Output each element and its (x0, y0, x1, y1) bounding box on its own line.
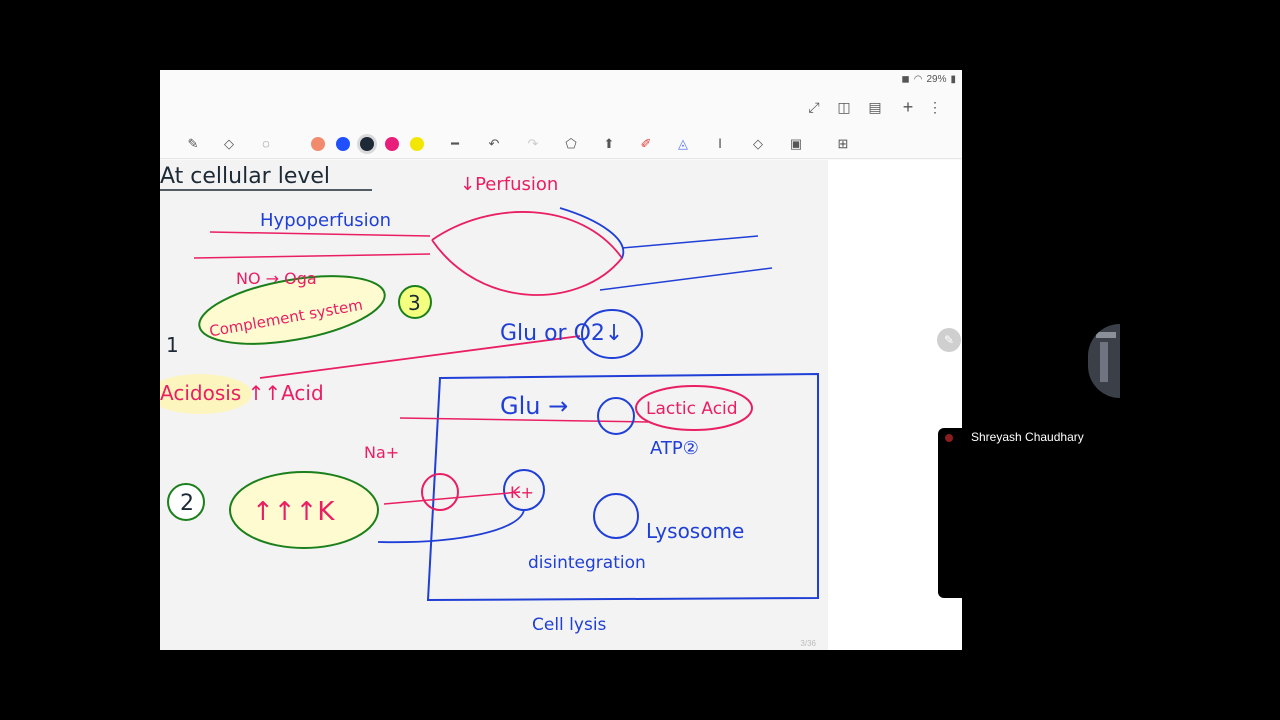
shape-icon[interactable]: ⬠ (562, 135, 580, 153)
notes-app-window: ◼ ◠ 29% ▮ ⤢ ◫ ▤ + ⋮ ✎ ◇ ◌ ━ ↶ ↷ ⬠ ⬆ ✐ ◬ … (160, 70, 962, 650)
color-pink[interactable] (385, 137, 399, 151)
curve (559, 207, 625, 259)
k-text: K+ (510, 483, 534, 502)
color-orange[interactable] (311, 137, 325, 151)
lactic-text: Lactic Acid (646, 399, 738, 419)
color-black[interactable] (360, 137, 374, 151)
atp-text: ATP② (650, 438, 699, 459)
status-bar: ◼ ◠ 29% ▮ (160, 70, 962, 88)
drawing-canvas[interactable]: At cellular level ↓Perfusion Hypoperfusi… (160, 160, 962, 650)
cell-lysis-text: Cell lysis (532, 615, 607, 635)
drawing-toolbar: ✎ ◇ ◌ ━ ↶ ↷ ⬠ ⬆ ✐ ◬ Ⅰ ◇ ▣ ⊞ (160, 130, 962, 159)
laser-icon[interactable]: ◬ (674, 135, 692, 153)
recording-dot-icon (945, 434, 953, 442)
battery-level: 29% (926, 73, 947, 85)
add-icon[interactable]: + (899, 98, 917, 116)
wifi-icon: ◠ (913, 73, 923, 85)
undo-icon[interactable]: ↶ (485, 135, 503, 153)
mute-icon: ◼ (901, 73, 910, 85)
highlighter-icon[interactable]: ⬆ (600, 135, 618, 153)
pump-circle (421, 473, 459, 511)
more-icon[interactable]: ⋮ (926, 98, 944, 116)
marker-icon[interactable]: ✐ (637, 135, 655, 153)
page-number: 3/36 (800, 639, 816, 648)
acidosis-text: Acidosis ↑↑Acid (160, 381, 324, 405)
pen-icon[interactable]: ✎ (184, 135, 202, 153)
num1-text: 1 (166, 333, 179, 357)
color-yellow[interactable] (410, 137, 424, 151)
color-blue[interactable] (336, 137, 350, 151)
stroke (209, 231, 431, 237)
num3-text: 3 (408, 291, 421, 315)
participant-name: Shreyash Chaudhary (971, 430, 1084, 444)
glu-text: Glu → (500, 392, 568, 420)
eraser-icon[interactable]: ◇ (220, 135, 238, 153)
lysosome-circle (593, 493, 639, 539)
atp-circle (597, 397, 635, 435)
edit-pencil-icon[interactable]: ✎ (937, 328, 961, 352)
vessel-line (599, 267, 773, 291)
stroke (193, 253, 431, 259)
handwritten-notes: At cellular level ↓Perfusion Hypoperfusi… (160, 164, 819, 635)
battery-icon: ▮ (950, 73, 956, 85)
no-oga-text: NO → Oga (236, 269, 317, 288)
expand-icon[interactable]: ⤢ (805, 98, 823, 116)
vessel-line (621, 235, 759, 249)
num2-text: 2 (180, 491, 194, 516)
redo-icon[interactable]: ↷ (524, 135, 542, 153)
na-text: Na+ (364, 443, 399, 462)
split-view-icon[interactable]: ◫ (835, 98, 853, 116)
cell-outline (431, 211, 624, 296)
disintegration-text: disintegration (528, 553, 646, 573)
lasso-icon[interactable]: ◌ (257, 135, 275, 153)
sticker-icon[interactable]: ◇ (749, 135, 767, 153)
side-panel-tab[interactable] (938, 428, 962, 598)
bookmark-icon[interactable]: ▤ (866, 98, 884, 116)
arrow-line (383, 491, 521, 505)
kk-text: ↑↑↑K (252, 497, 335, 527)
heading-text: At cellular level (160, 164, 330, 189)
top-bar: ⤢ ◫ ▤ + ⋮ (160, 92, 962, 122)
grid-icon[interactable]: ⊞ (834, 135, 852, 153)
glu-o2-text: Glu or O2↓ (500, 321, 623, 346)
arrow-line (377, 509, 525, 544)
hypoperfusion-text: Hypoperfusion (260, 210, 391, 231)
text-icon[interactable]: Ⅰ (711, 135, 729, 153)
line-icon[interactable]: ━ (446, 135, 464, 153)
perfusion-text: ↓Perfusion (460, 174, 558, 195)
image-icon[interactable]: ▣ (787, 135, 805, 153)
lysosome-text: Lysosome (646, 519, 744, 543)
